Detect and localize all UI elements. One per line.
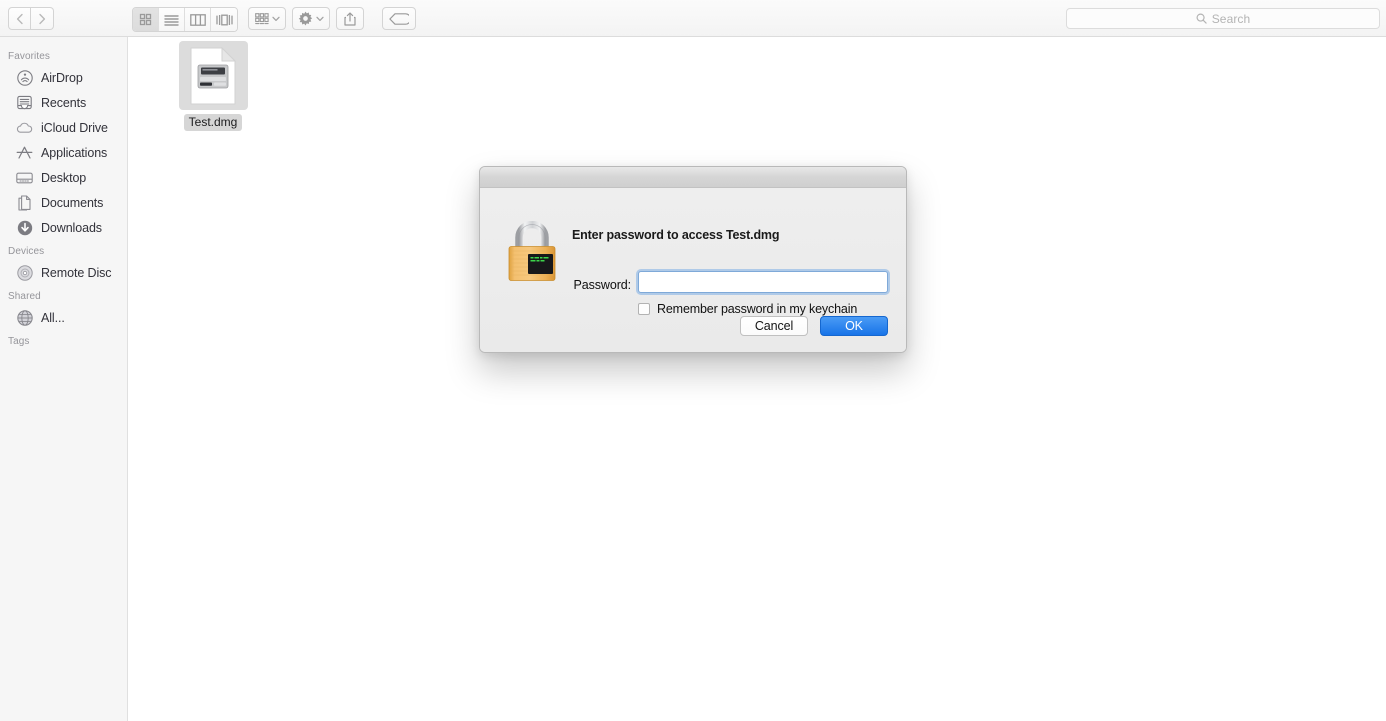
sidebar: Favorites AirDrop Recents iCloud Drive A…	[0, 37, 128, 721]
navigation-buttons	[8, 7, 54, 30]
cancel-button[interactable]: Cancel	[740, 316, 808, 336]
remember-password-row[interactable]: Remember password in my keychain	[638, 302, 857, 316]
sidebar-item-label: Recents	[41, 95, 87, 110]
list-view-icon	[164, 14, 179, 26]
search-placeholder: Search	[1211, 11, 1251, 26]
gallery-view-icon	[215, 14, 233, 25]
action-menu-button[interactable]	[292, 7, 330, 30]
file-item-test-dmg[interactable]: Test.dmg	[150, 41, 276, 131]
list-view-button[interactable]	[159, 8, 185, 31]
column-view-icon	[189, 13, 206, 26]
sidebar-item-applications[interactable]: Applications	[0, 140, 127, 165]
view-mode-segmented-control	[132, 7, 238, 32]
tag-icon	[389, 12, 409, 25]
icon-view-button[interactable]	[133, 8, 159, 31]
sidebar-section-header-tags: Tags	[8, 336, 30, 347]
disk-image-icon	[178, 41, 248, 110]
sidebar-section-header-devices: Devices	[8, 246, 45, 257]
icloud-icon	[16, 119, 33, 136]
network-globe-icon	[16, 309, 33, 326]
password-label: Password:	[573, 278, 632, 292]
column-view-button[interactable]	[185, 8, 211, 31]
sidebar-section-header-favorites: Favorites	[8, 51, 51, 62]
chevron-left-icon	[16, 13, 23, 24]
sidebar-item-airdrop[interactable]: AirDrop	[0, 65, 127, 90]
gallery-view-button[interactable]	[211, 8, 237, 31]
sidebar-item-label: All...	[41, 310, 65, 325]
sidebar-item-label: Desktop	[41, 170, 87, 185]
sidebar-item-remote-disc[interactable]: Remote Disc	[0, 260, 127, 285]
search-field[interactable]: Search	[1066, 8, 1380, 29]
airdrop-icon	[16, 69, 33, 86]
ok-button[interactable]: OK	[820, 316, 888, 336]
chevron-down-icon	[271, 16, 280, 21]
chevron-right-icon	[39, 13, 46, 24]
sidebar-section-header-shared: Shared	[8, 291, 41, 302]
sidebar-item-label: iCloud Drive	[41, 120, 108, 135]
arrange-by-button[interactable]	[248, 7, 286, 30]
forward-button[interactable]	[31, 7, 54, 30]
sidebar-item-label: Remote Disc	[41, 265, 112, 280]
sidebar-item-desktop[interactable]: Desktop	[0, 165, 127, 190]
chevron-down-icon	[316, 16, 324, 21]
desktop-icon	[16, 169, 33, 186]
remember-password-checkbox[interactable]	[638, 303, 650, 315]
sidebar-item-label: Documents	[41, 195, 104, 210]
password-dialog: Enter password to access Test.dmg Passwo…	[479, 166, 907, 353]
sidebar-item-label: Downloads	[41, 220, 102, 235]
finder-window: Search Favorites AirDrop Recents iCloud …	[0, 0, 1386, 721]
search-icon	[1196, 13, 1207, 24]
dialog-titlebar[interactable]	[480, 167, 906, 188]
file-list-area[interactable]: Test.dmg	[129, 37, 1386, 721]
back-button[interactable]	[8, 7, 31, 30]
toolbar: Search	[0, 0, 1386, 37]
sidebar-item-recents[interactable]: Recents	[0, 90, 127, 115]
password-input[interactable]	[639, 272, 887, 292]
sidebar-item-label: AirDrop	[41, 70, 83, 85]
recents-icon	[16, 94, 33, 111]
icon-view-icon	[139, 13, 152, 26]
password-field[interactable]	[638, 271, 888, 293]
dialog-title: Enter password to access Test.dmg	[572, 228, 780, 242]
sidebar-item-icloud-drive[interactable]: iCloud Drive	[0, 115, 127, 140]
downloads-icon	[16, 219, 33, 236]
file-name-label: Test.dmg	[183, 114, 243, 131]
dialog-button-row: Cancel OK	[740, 316, 888, 336]
documents-icon	[16, 194, 33, 211]
sidebar-item-all[interactable]: All...	[0, 305, 127, 330]
sidebar-item-downloads[interactable]: Downloads	[0, 215, 127, 240]
sidebar-item-label: Applications	[41, 145, 108, 160]
gear-icon	[298, 11, 313, 26]
share-button[interactable]	[336, 7, 364, 30]
dialog-body: Enter password to access Test.dmg Passwo…	[480, 188, 906, 352]
tags-button[interactable]	[382, 7, 416, 30]
remote-disc-icon	[16, 264, 33, 281]
sidebar-item-documents[interactable]: Documents	[0, 190, 127, 215]
remember-password-label: Remember password in my keychain	[657, 302, 858, 316]
applications-icon	[16, 144, 33, 161]
share-icon	[344, 11, 356, 26]
arrange-grid-icon	[254, 12, 269, 24]
padlock-icon	[506, 220, 558, 283]
